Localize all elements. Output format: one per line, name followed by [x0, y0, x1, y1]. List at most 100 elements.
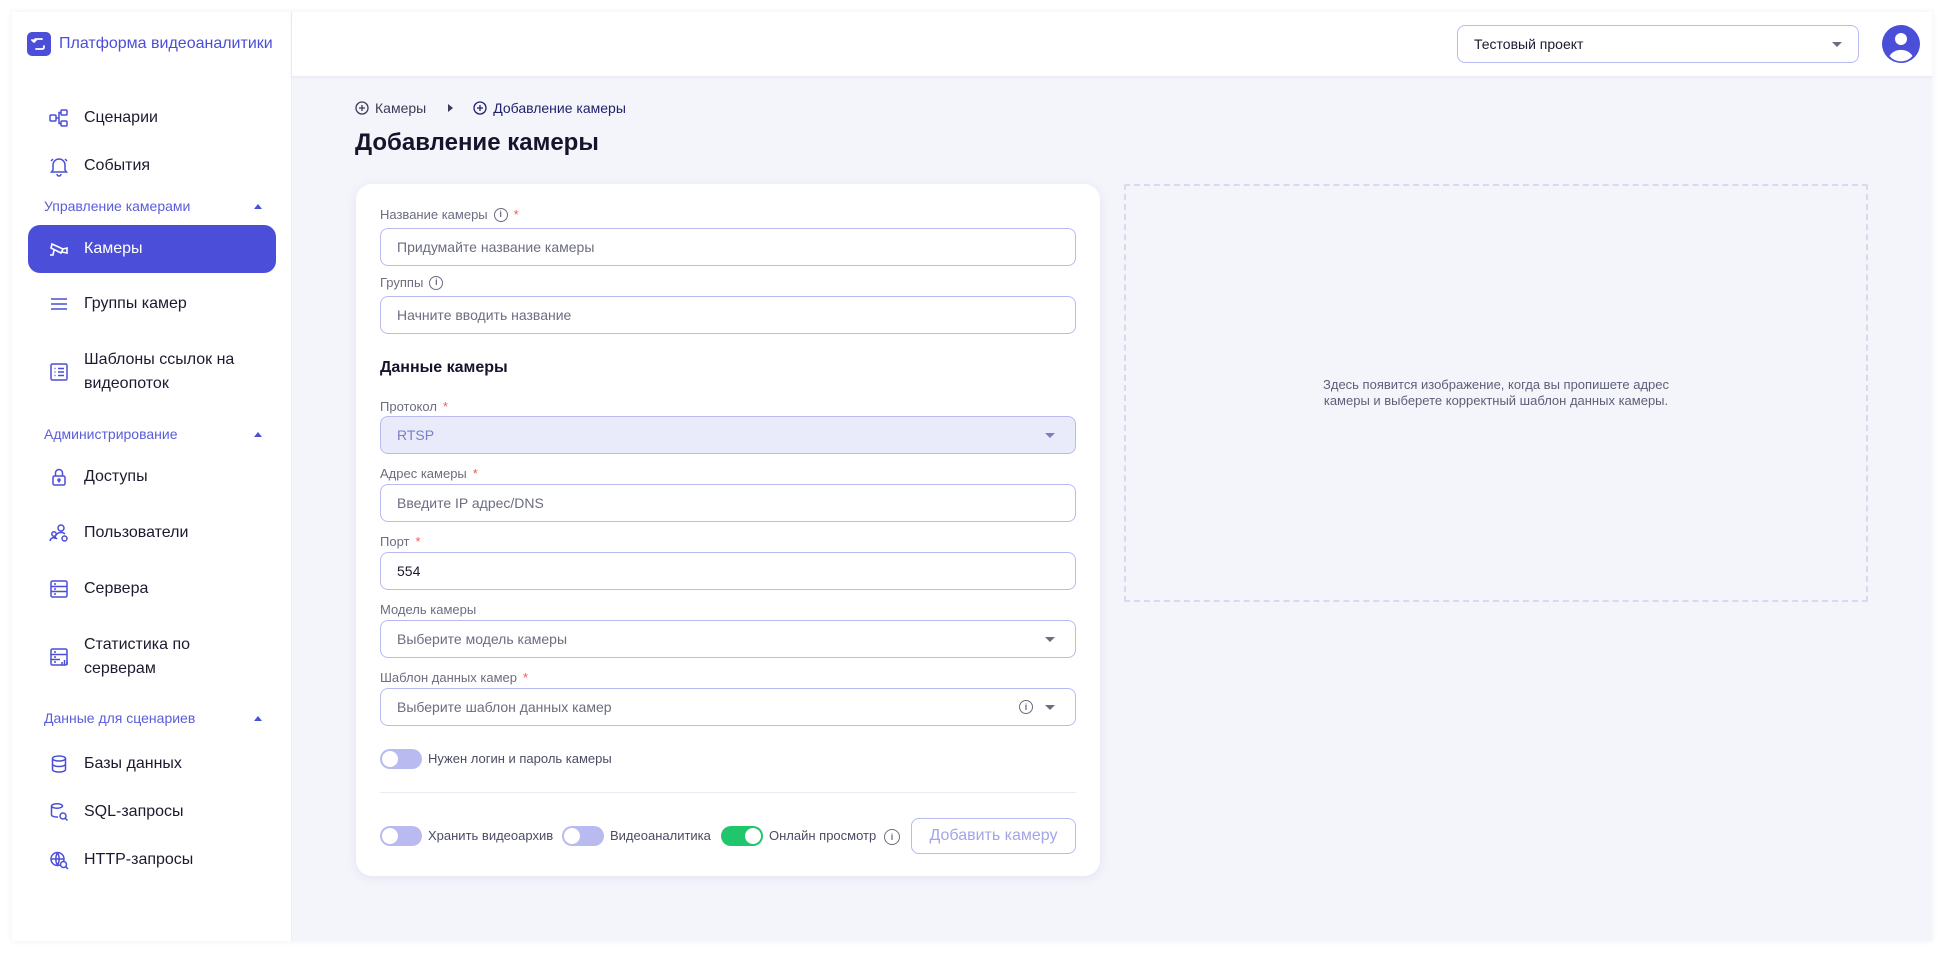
camera-address-input[interactable] [380, 484, 1076, 522]
camera-name-input[interactable] [380, 228, 1076, 266]
port-input[interactable] [380, 552, 1076, 590]
section-administration[interactable]: Администрирование [44, 425, 262, 443]
sidebar-item-label: Доступы [84, 468, 148, 485]
info-icon[interactable]: i [884, 829, 900, 845]
top-header: Тестовый проект [292, 12, 1932, 76]
sidebar-item-databases[interactable]: Базы данных [28, 740, 276, 788]
sidebar-item-label: Пользователи [84, 524, 189, 541]
label-text: Порт [380, 534, 410, 549]
protocol-select: RTSP [380, 416, 1076, 454]
videoanalytics-label: Видеоаналитика [610, 828, 711, 843]
info-icon[interactable]: i [493, 207, 508, 222]
camera-template-select[interactable]: Выберите шаблон данных камер i [380, 688, 1076, 726]
sidebar-item-label: Камеры [84, 240, 143, 257]
online-view-toggle[interactable] [721, 826, 763, 846]
label-text: Группы [380, 275, 424, 290]
sidebar-item-label: Статистика по серверам [84, 636, 191, 677]
camera-icon [48, 238, 70, 260]
online-view-label: Онлайн просмотр [769, 828, 877, 843]
bell-icon [48, 155, 70, 177]
template-icon [48, 361, 70, 383]
toggle-knob [745, 828, 761, 844]
template-label: Шаблон данных камер * [380, 670, 528, 685]
sidebar-item-label: Шаблоны ссылок на видеопоток [84, 351, 235, 392]
sidebar-item-label: Группы камер [84, 295, 187, 312]
project-select[interactable]: Тестовый проект [1457, 25, 1859, 63]
sidebar-item-servers[interactable]: Сервера [28, 565, 276, 613]
required-mark: * [415, 534, 421, 549]
sidebar-item-events[interactable]: События [28, 142, 276, 190]
users-icon [48, 522, 70, 544]
sidebar-item-access[interactable]: Доступы [28, 453, 276, 501]
label-text: Адрес камеры [380, 466, 467, 481]
http-query-icon [48, 849, 70, 871]
chevron-down-icon [1045, 705, 1055, 710]
info-icon[interactable]: i [429, 275, 444, 290]
archive-toggle[interactable] [380, 826, 422, 846]
required-mark: * [513, 207, 519, 222]
camera-data-title: Данные камеры [380, 359, 508, 376]
chevron-down-icon [1832, 42, 1842, 47]
port-label: Порт * [380, 534, 421, 549]
sidebar-item-http-queries[interactable]: HTTP-запросы [28, 836, 276, 884]
protocol-value: RTSP [397, 427, 435, 443]
breadcrumb-add-camera: Добавление камеры [473, 100, 626, 116]
plus-circle-icon [355, 101, 369, 115]
breadcrumb-label: Добавление камеры [493, 100, 626, 116]
required-mark: * [442, 399, 448, 414]
chevron-up-icon [254, 431, 262, 437]
chevron-up-icon [254, 203, 262, 209]
login-password-toggle[interactable] [380, 749, 422, 769]
info-icon[interactable]: i [1019, 700, 1033, 714]
address-label: Адрес камеры * [380, 466, 478, 481]
label-text: Шаблон данных камер [380, 670, 517, 685]
label-text: Протокол [380, 399, 437, 414]
breadcrumb-cameras[interactable]: Камеры [355, 100, 426, 116]
archive-label: Хранить видеоархив [428, 828, 554, 843]
camera-model-select[interactable]: Выберите модель камеры [380, 620, 1076, 658]
preview-hint-text: Здесь появится изображение, когда вы про… [1323, 377, 1669, 408]
list-icon [48, 293, 70, 315]
camera-form-card: Название камеры i * Группы i Данные каме… [356, 184, 1100, 876]
add-camera-button[interactable]: Добавить камеру [911, 818, 1076, 854]
select-placeholder: Выберите модель камеры [397, 631, 568, 647]
sidebar-item-label: Сценарии [84, 109, 158, 126]
scenario-icon [48, 107, 70, 129]
brand[interactable]: Платформа видеоаналитики [27, 32, 273, 56]
select-placeholder: Выберите шаблон данных камер [397, 699, 612, 715]
sidebar-item-stream-templates[interactable]: Шаблоны ссылок на видеопоток [28, 344, 276, 400]
sidebar-item-server-stats[interactable]: Статистика по серверам [28, 629, 276, 685]
sidebar-item-label: Базы данных [84, 755, 182, 772]
breadcrumb-label: Камеры [375, 100, 427, 116]
sidebar-item-label: HTTP-запросы [84, 851, 194, 868]
sidebar-item-cameras[interactable]: Камеры [28, 225, 276, 273]
sql-query-icon [48, 801, 70, 823]
platform-logo-icon [27, 32, 51, 56]
toggle-knob [564, 828, 580, 844]
camera-preview-placeholder: Здесь появится изображение, когда вы про… [1124, 184, 1868, 602]
protocol-label: Протокол * [380, 399, 448, 414]
model-label: Модель камеры [380, 602, 476, 617]
server-icon [48, 578, 70, 600]
sidebar-item-label: SQL-запросы [84, 803, 184, 820]
sidebar-item-camera-groups[interactable]: Группы камер [28, 280, 276, 328]
section-title: Данные для сценариев [44, 710, 196, 726]
section-scenario-data[interactable]: Данные для сценариев [44, 709, 262, 727]
videoanalytics-toggle[interactable] [562, 826, 604, 846]
page-title: Добавление камеры [355, 129, 599, 156]
groups-label: Группы i [380, 275, 444, 290]
sidebar: Платформа видеоаналитики Сценарии Событи… [12, 12, 292, 941]
sidebar-item-users[interactable]: Пользователи [28, 509, 276, 557]
required-mark: * [472, 466, 478, 481]
login-password-label: Нужен логин и пароль камеры [428, 751, 612, 766]
groups-input[interactable] [380, 296, 1076, 334]
sidebar-item-sql-queries[interactable]: SQL-запросы [28, 788, 276, 836]
label-text: Модель камеры [380, 602, 477, 617]
sidebar-item-label: Сервера [84, 580, 149, 597]
toggle-knob [382, 751, 398, 767]
user-avatar-icon[interactable] [1882, 25, 1920, 63]
section-camera-management[interactable]: Управление камерами [44, 197, 262, 215]
database-icon [48, 753, 70, 775]
toggle-knob [382, 828, 398, 844]
sidebar-item-scenarios[interactable]: Сценарии [28, 94, 276, 142]
